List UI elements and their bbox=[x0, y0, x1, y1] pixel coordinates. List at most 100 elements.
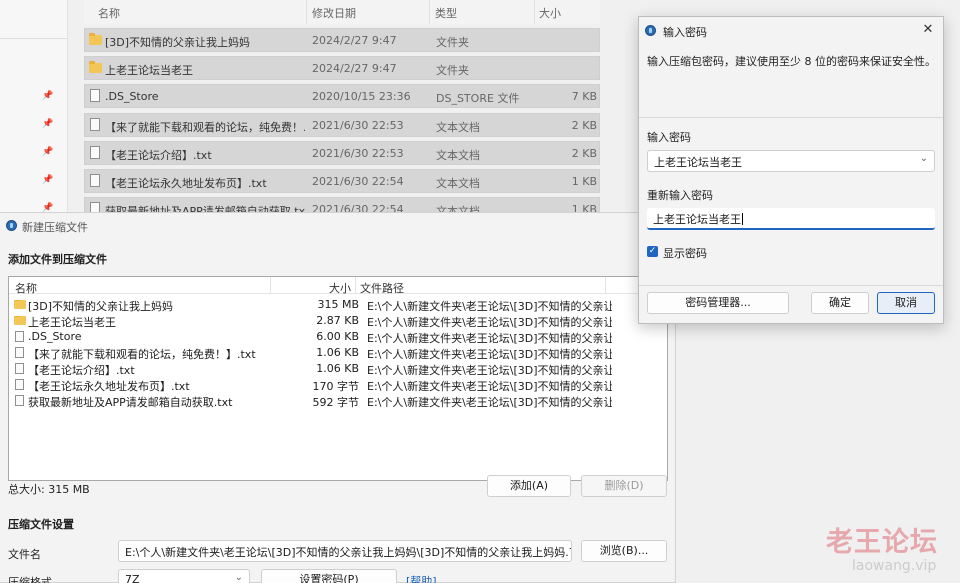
pin-icon[interactable]: 📌 bbox=[42, 204, 53, 213]
password-manager-button[interactable]: 密码管理器... bbox=[647, 292, 789, 314]
item-name: 【老王论坛永久地址发布页】.txt bbox=[28, 380, 190, 393]
item-name: [3D]不知情的父亲让我上妈妈 bbox=[28, 300, 174, 313]
file-icon bbox=[15, 363, 24, 374]
item-name: 【来了就能下载和观看的论坛，纯免费！】.txt bbox=[28, 348, 256, 361]
row-type: 文本文档 bbox=[436, 177, 480, 190]
format-select[interactable]: 7Z ⌄ bbox=[118, 569, 250, 583]
row-date: 2024/2/27 9:47 bbox=[312, 34, 397, 47]
folder-icon bbox=[14, 300, 26, 309]
row-date: 2024/2/27 9:47 bbox=[312, 62, 397, 75]
item-name: .DS_Store bbox=[28, 330, 82, 343]
file-icon bbox=[15, 347, 24, 358]
column-header-size[interactable]: 大小 bbox=[329, 280, 351, 296]
row-date: 2021/6/30 22:54 bbox=[312, 175, 404, 188]
column-separator[interactable] bbox=[429, 0, 430, 24]
column-separator[interactable] bbox=[306, 0, 307, 24]
filename-field[interactable]: E:\个人\新建文件夹\老王论坛\[3D]不知情的父亲让我上妈妈\[3D]不知情… bbox=[118, 540, 572, 562]
item-path: E:\个人\新建文件夹\老王论坛\[3D]不知情的父亲让... bbox=[367, 396, 612, 409]
title-bar[interactable]: 新建压缩文件 bbox=[0, 213, 676, 239]
nav-divider bbox=[0, 38, 68, 39]
item-path: E:\个人\新建文件夹\老王论坛\[3D]不知情的父亲让... bbox=[367, 380, 612, 393]
row-name: 【老王论坛永久地址发布页】.txt bbox=[105, 177, 267, 190]
column-separator[interactable] bbox=[355, 277, 356, 294]
column-header-date[interactable]: 修改日期 bbox=[312, 5, 356, 21]
site-watermark: 老王论坛 laowang.vip bbox=[826, 520, 956, 580]
cancel-button[interactable]: 取消 bbox=[877, 292, 935, 314]
item-size: 592 字节 bbox=[312, 396, 360, 409]
total-size-label: 总大小: 315 MB bbox=[8, 483, 90, 496]
column-header-path[interactable]: 文件路径 bbox=[360, 280, 404, 296]
item-path: E:\个人\新建文件夹\老王论坛\[3D]不知情的父亲让... bbox=[367, 332, 612, 345]
archive-file-list[interactable]: 名称 大小 文件路径 [3D]不知情的父亲让我上妈妈 315 MB E:\个人\… bbox=[8, 276, 668, 481]
row-size: 7 KB bbox=[571, 90, 597, 103]
explorer-row[interactable]: [3D]不知情的父亲让我上妈妈 2024/2/27 9:47 文件夹 bbox=[84, 28, 600, 52]
close-icon[interactable]: ✕ bbox=[919, 21, 937, 39]
chevron-down-icon: ⌄ bbox=[234, 572, 243, 583]
item-path: E:\个人\新建文件夹\老王论坛\[3D]不知情的父亲让... bbox=[367, 316, 612, 329]
browse-button[interactable]: 浏览(B)... bbox=[581, 540, 667, 562]
explorer-row[interactable]: .DS_Store 2020/10/15 23:36 DS_STORE 文件 7… bbox=[84, 84, 600, 108]
reenter-password-input[interactable]: 上老王论坛当老王 bbox=[647, 208, 935, 230]
file-icon bbox=[90, 146, 100, 159]
chevron-down-icon[interactable]: ⌄ bbox=[920, 153, 928, 164]
list-item[interactable]: 【来了就能下载和观看的论坛，纯免费！】.txt 1.06 KB E:\个人\新建… bbox=[13, 345, 663, 361]
explorer-row[interactable]: 上老王论坛当老王 2024/2/27 9:47 文件夹 bbox=[84, 56, 600, 80]
format-value: 7Z bbox=[125, 573, 140, 583]
item-size: 2.87 KB bbox=[316, 314, 359, 327]
row-type: 文件夹 bbox=[436, 64, 469, 77]
row-name: .DS_Store bbox=[105, 90, 159, 103]
column-header-name[interactable]: 名称 bbox=[15, 280, 37, 296]
help-link[interactable]: [帮助] bbox=[406, 573, 437, 583]
pin-icon[interactable]: 📌 bbox=[42, 120, 53, 129]
show-password-label: 显示密码 bbox=[663, 247, 707, 260]
list-item[interactable]: 上老王论坛当老王 2.87 KB E:\个人\新建文件夹\老王论坛\[3D]不知… bbox=[13, 313, 663, 329]
column-separator[interactable] bbox=[270, 277, 271, 294]
row-size: 1 KB bbox=[571, 175, 597, 188]
delete-button[interactable]: 删除(D) bbox=[581, 475, 667, 497]
app-logo-icon bbox=[6, 220, 17, 231]
column-header-name[interactable]: 名称 bbox=[98, 5, 120, 21]
row-name: [3D]不知情的父亲让我上妈妈 bbox=[105, 36, 251, 49]
list-item[interactable]: .DS_Store 6.00 KB E:\个人\新建文件夹\老王论坛\[3D]不… bbox=[13, 329, 663, 345]
explorer-row[interactable]: 【老王论坛介绍】.txt 2021/6/30 22:53 文本文档 2 KB bbox=[84, 141, 600, 165]
ok-button[interactable]: 确定 bbox=[811, 292, 869, 314]
window-title: 新建压缩文件 bbox=[22, 221, 88, 234]
show-password-checkbox[interactable]: ✓ bbox=[647, 246, 658, 257]
item-size: 1.06 KB bbox=[316, 346, 359, 359]
explorer-column-headers: 名称 修改日期 类型 大小 bbox=[84, 0, 600, 24]
row-date: 2020/10/15 23:36 bbox=[312, 90, 411, 103]
pin-icon[interactable]: 📌 bbox=[42, 176, 53, 185]
folder-icon bbox=[14, 316, 26, 325]
list-item[interactable]: [3D]不知情的父亲让我上妈妈 315 MB E:\个人\新建文件夹\老王论坛\… bbox=[13, 297, 663, 313]
app-logo-icon bbox=[645, 25, 656, 36]
item-size: 1.06 KB bbox=[316, 362, 359, 375]
pin-icon[interactable]: 📌 bbox=[42, 92, 53, 101]
explorer-row[interactable]: 【来了就能下载和观看的论坛，纯免费！... 2021/6/30 22:53 文本… bbox=[84, 113, 600, 137]
dialog-description: 输入压缩包密码，建议使用至少 8 位的密码来保证安全性。 bbox=[647, 55, 936, 68]
column-header-type[interactable]: 类型 bbox=[435, 5, 457, 21]
divider bbox=[639, 117, 943, 118]
pin-icon[interactable]: 📌 bbox=[42, 148, 53, 157]
reenter-password-label: 重新输入密码 bbox=[647, 189, 713, 202]
list-item[interactable]: 【老王论坛介绍】.txt 1.06 KB E:\个人\新建文件夹\老王论坛\[3… bbox=[13, 361, 663, 377]
explorer-row[interactable]: 【老王论坛永久地址发布页】.txt 2021/6/30 22:54 文本文档 1… bbox=[84, 169, 600, 193]
file-list-header: 名称 大小 文件路径 bbox=[9, 277, 667, 296]
column-separator[interactable] bbox=[605, 277, 606, 294]
set-password-button[interactable]: 设置密码(P) bbox=[261, 569, 397, 583]
folder-icon bbox=[89, 33, 102, 45]
watermark-text-en: laowang.vip bbox=[852, 558, 937, 574]
list-item[interactable]: 【老王论坛永久地址发布页】.txt 170 字节 E:\个人\新建文件夹\老王论… bbox=[13, 377, 663, 393]
column-header-size[interactable]: 大小 bbox=[539, 5, 561, 21]
list-item[interactable]: 获取最新地址及APP请发邮箱自动获取.txt 592 字节 E:\个人\新建文件… bbox=[13, 393, 663, 409]
file-icon bbox=[90, 118, 100, 131]
row-type: DS_STORE 文件 bbox=[436, 92, 520, 105]
password-input[interactable]: 上老王论坛当老王 ⌄ bbox=[647, 150, 935, 172]
item-path: E:\个人\新建文件夹\老王论坛\[3D]不知情的父亲让... bbox=[367, 364, 612, 377]
file-icon bbox=[15, 331, 24, 342]
row-size: 2 KB bbox=[571, 147, 597, 160]
column-separator[interactable] bbox=[534, 0, 535, 24]
add-button[interactable]: 添加(A) bbox=[487, 475, 571, 497]
row-type: 文本文档 bbox=[436, 149, 480, 162]
row-name: 上老王论坛当老王 bbox=[105, 64, 193, 77]
reenter-password-value: 上老王论坛当老王 bbox=[653, 213, 741, 226]
